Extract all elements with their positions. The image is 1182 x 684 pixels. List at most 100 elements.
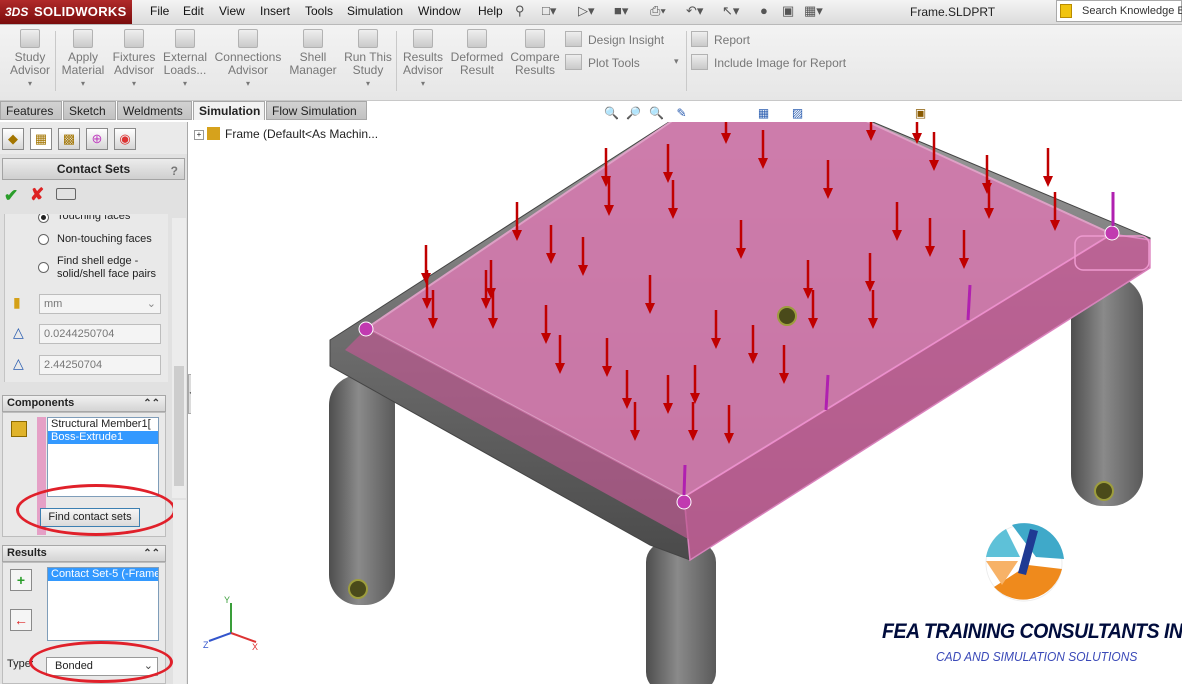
feature-tree-root[interactable]: + Frame (Default<As Machin... (194, 127, 378, 141)
view-orientation-icon[interactable]: ▦ (756, 106, 771, 121)
print-icon[interactable]: ⎙▾ (650, 3, 666, 20)
save-icon[interactable]: ■▾ (614, 3, 628, 20)
search-knowledge-input[interactable]: Search Knowledge B (1056, 0, 1182, 22)
document-title: Frame.SLDPRT (910, 5, 996, 19)
study-advisor-button[interactable]: Study Advisor ▾ (8, 29, 52, 90)
compare-results-button[interactable]: Compare Results (509, 29, 561, 77)
tolerance-2-input[interactable]: 2.44250704 (39, 355, 161, 375)
menu-file[interactable]: File (150, 4, 169, 18)
collapse-chevron-icon[interactable]: ⌃⌃ (143, 546, 160, 561)
remove-contact-set-icon[interactable]: ← (10, 609, 32, 631)
panel-title: Contact Sets ? (2, 158, 185, 180)
tab-features[interactable]: Features (0, 101, 62, 120)
scrollbar-thumb[interactable] (174, 366, 184, 486)
plot-tools-button[interactable]: Plot Tools (565, 54, 640, 70)
company-watermark: FEA TRAINING CONSULTANTS INC. CAD AND SI… (874, 515, 1182, 674)
results-advisor-button[interactable]: Results Advisor ▾ (400, 29, 446, 90)
file-properties-icon[interactable]: ▣ (782, 3, 794, 20)
design-insight-button[interactable]: Design Insight (565, 31, 664, 47)
part-name: Frame (Default<As Machin... (225, 127, 379, 141)
components-group-header[interactable]: Components ⌃⌃ (2, 395, 166, 412)
report-button[interactable]: Report (691, 31, 750, 47)
shell-manager-button[interactable]: Shell Manager (288, 29, 338, 77)
non-touching-faces-radio[interactable] (38, 234, 49, 245)
list-item[interactable]: Boss-Extrude1 (48, 431, 158, 444)
tab-weldments[interactable]: Weldments (117, 101, 192, 120)
zoom-to-area-icon[interactable]: 🔎 (626, 106, 641, 121)
results-list[interactable]: Contact Set-5 (-Frame (47, 567, 159, 641)
brand-name: SOLIDWORKS (34, 4, 127, 19)
menu-help[interactable]: Help (478, 4, 503, 18)
pin-icon[interactable]: ⚲ (515, 3, 525, 20)
previous-view-icon[interactable]: 🔍 (649, 106, 664, 121)
command-manager: Study Advisor ▾ Apply Material ▾ Fixtures … (0, 25, 1182, 101)
vertex-marker (358, 321, 374, 337)
new-document-icon[interactable]: □▾ (542, 3, 556, 20)
expand-icon[interactable]: + (194, 130, 204, 140)
results-group-header[interactable]: Results ⌃⌃ (2, 545, 166, 562)
property-manager-tab-icon[interactable]: ▦ (30, 128, 52, 150)
pushpin-icon[interactable] (56, 188, 76, 200)
deformed-icon (467, 29, 487, 48)
tolerance-1-input[interactable]: 0.0244250704 (39, 324, 161, 344)
tab-sketch[interactable]: Sketch (63, 101, 116, 120)
view-settings-icon[interactable]: ▣ (913, 106, 928, 121)
undo-icon[interactable]: ↶▾ (686, 3, 703, 20)
report-label: Report (714, 33, 751, 47)
list-item[interactable]: Structural Member1[ (48, 418, 158, 431)
apply-material-button[interactable]: Apply Material ▾ (60, 29, 106, 90)
select-icon[interactable]: ↖▾ (722, 3, 739, 20)
add-contact-set-icon[interactable]: + (10, 569, 32, 591)
button-label: Connections Advisor (214, 50, 282, 77)
display-style-icon[interactable]: ▨ (790, 106, 805, 121)
feature-manager-tab-icon[interactable]: ◆ (2, 128, 24, 150)
panel-scrollbar[interactable] (172, 218, 186, 498)
touching-faces-radio[interactable] (38, 214, 49, 223)
dimxpert-tab-icon[interactable]: ⊕ (86, 128, 108, 150)
button-label: Shell Manager (289, 50, 337, 77)
menu-view[interactable]: View (219, 4, 245, 18)
panel-scrollbar[interactable] (173, 500, 186, 684)
open-icon[interactable]: ▷▾ (578, 3, 595, 20)
menu-window[interactable]: Window (418, 4, 461, 18)
run-study-button[interactable]: Run This Study ▾ (343, 29, 393, 90)
fixtures-advisor-button[interactable]: Fixtures Advisor ▾ (110, 29, 158, 90)
design-insight-icon (565, 31, 582, 47)
zoom-to-fit-icon[interactable]: 🔍 (604, 106, 619, 121)
list-item[interactable]: Contact Set-5 (-Frame (48, 568, 158, 581)
find-shell-edge-radio[interactable] (38, 262, 49, 273)
ok-checkmark-icon[interactable]: ✔ (4, 186, 18, 206)
menu-simulation[interactable]: Simulation (347, 4, 403, 18)
company-tagline: CAD AND SIMULATION SOLUTIONS (936, 649, 1138, 664)
plot-tools-icon (565, 54, 582, 70)
tab-flow-simulation[interactable]: Flow Simulation (266, 101, 367, 120)
components-header-text: Components (7, 397, 75, 409)
connections-advisor-button[interactable]: Connections Advisor ▾ (212, 29, 284, 90)
compare-icon (525, 29, 545, 48)
units-select[interactable]: mm ⌄ (39, 294, 161, 314)
rebuild-icon[interactable]: ● (760, 3, 768, 20)
display-manager-tab-icon[interactable]: ◉ (114, 128, 136, 150)
configuration-manager-tab-icon[interactable]: ▩ (58, 128, 80, 150)
button-label: Fixtures Advisor (112, 50, 156, 77)
menu-insert[interactable]: Insert (260, 4, 290, 18)
options-icon[interactable]: ▦▾ (804, 3, 823, 20)
ds-logo-icon: 3DS (5, 5, 29, 19)
include-image-button[interactable]: Include Image for Report (691, 54, 846, 70)
help-icon[interactable]: ? (171, 161, 178, 181)
button-label: Run This Study (344, 50, 392, 77)
menu-edit[interactable]: Edit (183, 4, 204, 18)
deformed-result-button[interactable]: Deformed Result (449, 29, 505, 77)
search-placeholder: Search Knowledge B (1082, 5, 1182, 17)
plot-tools-dropdown-icon[interactable]: ▾ (674, 56, 679, 67)
menu-tools[interactable]: Tools (305, 4, 333, 18)
ruler-icon: ▮ (13, 294, 21, 310)
solidworks-logo[interactable]: 3DS SOLIDWORKS (0, 0, 132, 24)
manager-tab-bar: ◆ ▦ ▩ ⊕ ◉ (0, 122, 187, 154)
external-loads-button[interactable]: External Loads... ▾ (160, 29, 210, 90)
section-view-icon[interactable]: ✎ (674, 106, 689, 121)
collapse-chevron-icon[interactable]: ⌃⌃ (143, 396, 160, 411)
cancel-x-icon[interactable]: ✘ (30, 185, 44, 205)
tab-simulation[interactable]: Simulation (193, 101, 265, 120)
button-label: Deformed Result (450, 50, 504, 77)
